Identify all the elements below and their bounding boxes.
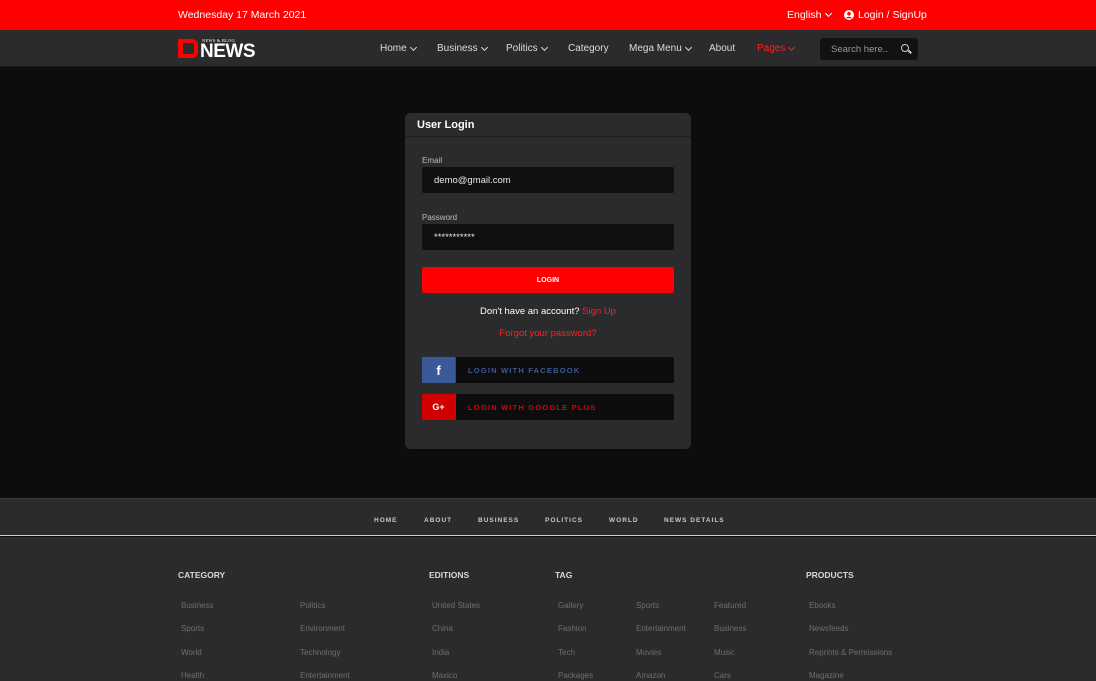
nav-item-home[interactable]: Home bbox=[380, 43, 417, 54]
login-signup-label: Login / SignUp bbox=[858, 9, 927, 21]
footer-link[interactable]: Entertainment bbox=[300, 671, 350, 680]
site-footer: CATEGORY EDITIONS TAG PRODUCTS Business … bbox=[0, 537, 1096, 681]
signup-prompt: Don't have an account? Sign Up bbox=[405, 306, 691, 317]
footer-nav: HOME ABOUT BUSINESS POLITICS WORLD NEWS … bbox=[0, 498, 1096, 536]
nav-item-label: Mega Menu bbox=[629, 43, 682, 54]
footer-link[interactable]: Politics bbox=[300, 601, 325, 610]
password-label: Password bbox=[422, 213, 458, 222]
footer-link[interactable]: Health bbox=[181, 671, 204, 680]
google-login-label: LOGIN WITH GOOGLE PLUS bbox=[468, 402, 597, 412]
nav-item-label: Pages bbox=[757, 43, 786, 54]
nav-item-label: Business bbox=[437, 43, 478, 54]
chevron-down-icon bbox=[409, 43, 417, 51]
google-login-button[interactable]: G+ LOGIN WITH GOOGLE PLUS bbox=[422, 394, 674, 420]
email-label: Email bbox=[422, 156, 443, 165]
no-account-text: Don't have an account? bbox=[480, 306, 580, 317]
footer-link[interactable]: Music bbox=[714, 648, 735, 657]
login-signup-link[interactable]: Login / SignUp bbox=[844, 9, 927, 21]
footer-nav-business[interactable]: BUSINESS bbox=[478, 517, 519, 524]
footer-link[interactable]: Featured bbox=[714, 601, 746, 610]
footer-link[interactable]: Maxico bbox=[432, 671, 457, 680]
site-logo[interactable]: NEWS & BLOG NEWS bbox=[178, 38, 268, 62]
footer-heading-tag: TAG bbox=[555, 570, 573, 580]
nav-item-politics[interactable]: Politics bbox=[506, 43, 548, 54]
footer-nav-about[interactable]: ABOUT bbox=[424, 517, 452, 524]
footer-link[interactable]: Fashion bbox=[558, 624, 586, 633]
nav-item-about[interactable]: About bbox=[709, 43, 735, 54]
logo-d-mark bbox=[178, 39, 198, 58]
footer-link[interactable]: World bbox=[181, 648, 202, 657]
nav-item-pages[interactable]: Pages bbox=[757, 43, 796, 54]
footer-link[interactable]: Reprints & Permissions bbox=[809, 648, 892, 657]
footer-link[interactable]: Entertainment bbox=[636, 624, 686, 633]
footer-link[interactable]: Business bbox=[181, 601, 213, 610]
footer-heading-editions: EDITIONS bbox=[429, 570, 470, 580]
footer-link[interactable]: India bbox=[432, 648, 449, 657]
footer-nav-politics[interactable]: POLITICS bbox=[545, 517, 583, 524]
chevron-down-icon bbox=[480, 43, 488, 51]
login-button[interactable]: LOGIN bbox=[422, 267, 674, 293]
nav-item-business[interactable]: Business bbox=[437, 43, 488, 54]
chevron-down-icon bbox=[540, 43, 548, 51]
search-box bbox=[820, 38, 918, 60]
top-bar: Wednesday 17 March 2021 English Login / … bbox=[0, 0, 1096, 30]
chevron-down-icon bbox=[788, 43, 796, 51]
footer-heading-products: PRODUCTS bbox=[806, 570, 854, 580]
facebook-login-label: LOGIN WITH FACEBOOK bbox=[468, 365, 581, 375]
footer-link[interactable]: Tech bbox=[558, 648, 575, 657]
nav-item-category[interactable]: Category bbox=[568, 43, 609, 54]
facebook-icon: f bbox=[422, 357, 456, 383]
footer-link[interactable]: Packages bbox=[558, 671, 593, 680]
footer-link[interactable]: Sports bbox=[636, 601, 659, 610]
password-field[interactable] bbox=[422, 224, 674, 250]
footer-link[interactable]: Gallery bbox=[558, 601, 583, 610]
chevron-down-icon bbox=[684, 43, 692, 51]
forgot-password-link[interactable]: Forgot your password? bbox=[405, 328, 691, 339]
footer-link[interactable]: Amazon bbox=[636, 671, 665, 680]
search-input[interactable] bbox=[820, 38, 900, 60]
login-card-title: User Login bbox=[405, 113, 691, 137]
chevron-down-icon bbox=[825, 9, 833, 18]
footer-nav-home[interactable]: HOME bbox=[374, 517, 398, 524]
footer-link[interactable]: Movies bbox=[636, 648, 661, 657]
nav-item-label: Category bbox=[568, 43, 609, 54]
language-label: English bbox=[787, 9, 822, 21]
signup-link[interactable]: Sign Up bbox=[582, 306, 616, 317]
login-card: User Login Email Password LOGIN Don't ha… bbox=[405, 113, 691, 449]
nav-item-mega-menu[interactable]: Mega Menu bbox=[629, 43, 692, 54]
footer-link[interactable]: Sports bbox=[181, 624, 204, 633]
language-selector[interactable]: English bbox=[787, 9, 833, 21]
email-field[interactable] bbox=[422, 167, 674, 193]
nav-item-label: Home bbox=[380, 43, 407, 54]
footer-link[interactable]: Newsfeeds bbox=[809, 624, 849, 633]
google-plus-icon: G+ bbox=[422, 394, 456, 420]
facebook-login-button[interactable]: f LOGIN WITH FACEBOOK bbox=[422, 357, 674, 383]
footer-link[interactable]: Magazine bbox=[809, 671, 844, 680]
user-circle-icon bbox=[844, 10, 854, 20]
nav-item-label: About bbox=[709, 43, 736, 54]
footer-link[interactable]: China bbox=[432, 624, 453, 633]
search-icon[interactable] bbox=[901, 44, 909, 52]
footer-link[interactable]: Ebooks bbox=[809, 601, 836, 610]
current-date: Wednesday 17 March 2021 bbox=[178, 9, 307, 21]
footer-link[interactable]: Environment bbox=[300, 624, 345, 633]
footer-heading-category: CATEGORY bbox=[178, 570, 226, 580]
footer-link[interactable]: Technology bbox=[300, 648, 340, 657]
footer-link[interactable]: Business bbox=[714, 624, 746, 633]
main-navbar: NEWS & BLOG NEWS Home Business Politics … bbox=[0, 30, 1096, 67]
logo-brand: NEWS bbox=[200, 41, 256, 62]
footer-nav-news-details[interactable]: NEWS DETAILS bbox=[664, 517, 725, 524]
footer-link[interactable]: Cars bbox=[714, 671, 731, 680]
nav-item-label: Politics bbox=[506, 43, 538, 54]
footer-nav-world[interactable]: WORLD bbox=[609, 517, 639, 524]
footer-link[interactable]: United States bbox=[432, 601, 480, 610]
